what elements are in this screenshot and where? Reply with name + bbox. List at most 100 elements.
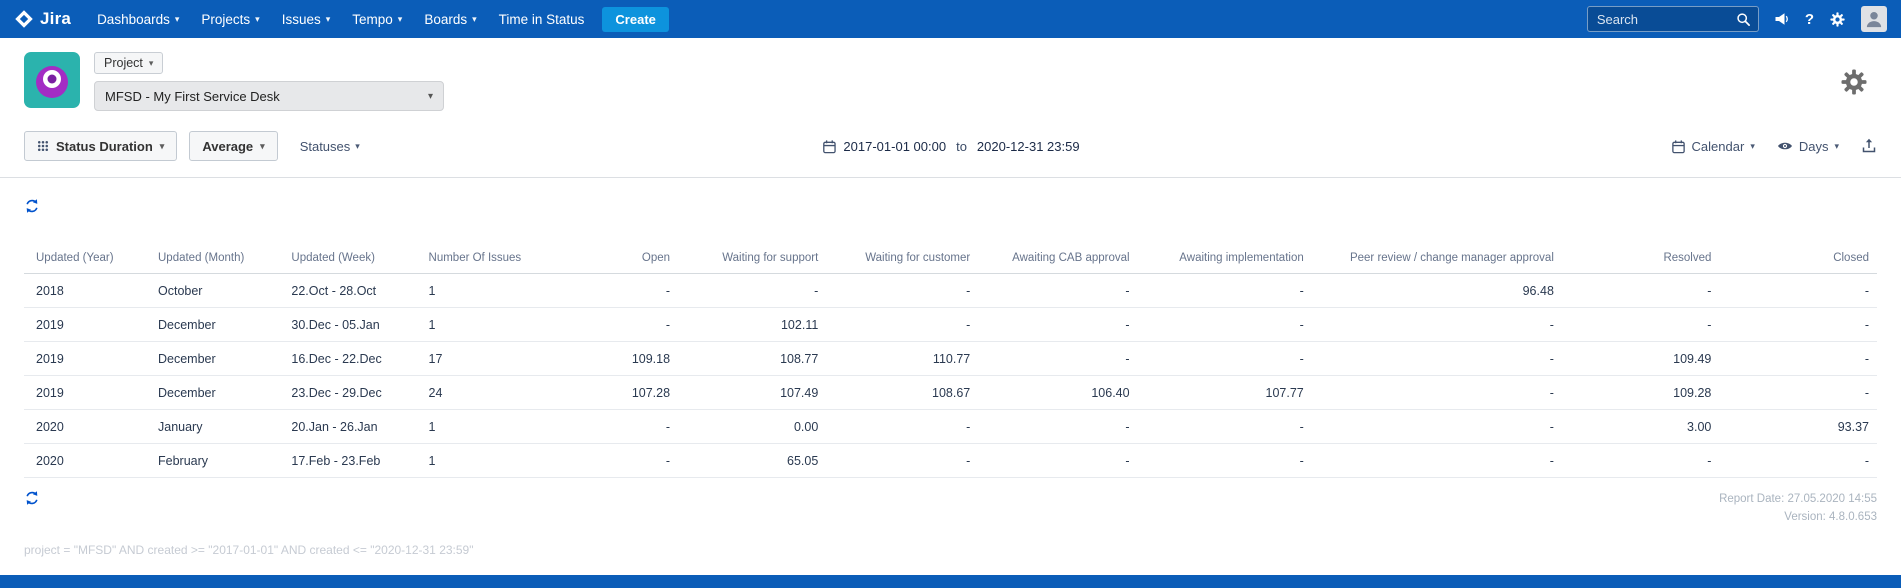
table-cell: - [826,273,979,308]
page: Jira Dashboards ▾ Projects ▾ Issues ▾ Tempo ▾ Bo… [0,0,1901,588]
table-cell: 23.Dec - 29.Dec [283,375,421,410]
status-duration-table: Updated (Year) Updated (Month) Updated (We… [24,243,1877,478]
aggregation-button[interactable]: Average ▾ [189,131,278,161]
table-cell: 24 [420,375,562,410]
report-type-button[interactable]: Status Duration ▾ [24,131,178,161]
table-cell: - [1311,443,1562,478]
table-cell: 1 [420,443,562,478]
table-cell: - [561,443,679,478]
user-avatar[interactable] [1861,6,1887,32]
chevron-down-icon: ▾ [427,90,433,102]
table-cell: 107.49 [678,375,827,410]
table-body: 2018 October 22.Oct - 28.Oct 1- - - - -96.48- -2… [24,273,1877,478]
report-footer: Report Date: 27.05.2020 14:55 Version: 4… [24,490,1877,527]
table-cell: 30.Dec - 05.Jan [283,307,421,342]
table-cell: 2019 [24,307,150,342]
date-to: 2020-12-31 23:59 [976,138,1080,154]
table-row: 2019 December 23.Dec - 29.Dec 24 107.28 107.4… [24,375,1877,410]
help-icon[interactable]: ? [1805,11,1814,28]
table-cell: - [978,341,1138,376]
table-cell: - [978,307,1138,342]
table-cell: February [150,443,284,478]
chevron-down-icon: ▾ [174,13,180,24]
project-select-value: MFSD - My First Service Desk [105,88,280,104]
report-toolbar: Status Duration ▾ Average ▾ Statuses ▾ 2… [0,121,1901,177]
table-cell: 2018 [24,273,150,308]
chevron-down-icon: ▾ [1750,140,1755,151]
create-button[interactable]: Create [602,6,669,32]
nav-item-dashboards[interactable]: Dashboards ▾ [97,12,179,27]
scope-selector-button[interactable]: Project ▾ [94,52,164,74]
table-cell: 109.28 [1561,375,1720,410]
table-cell: - [1719,375,1877,410]
chevron-down-icon: ▾ [397,13,403,24]
toolbar-left: Status Duration ▾ Average ▾ Statuses ▾ [24,131,360,161]
table-cell: December [150,375,284,410]
report-settings-gear-icon[interactable] [1839,67,1877,97]
nav-item-boards[interactable]: Boards ▾ [424,12,476,27]
refresh-row [24,198,1877,219]
table-cell: 22.Oct - 28.Oct [283,273,421,308]
table-cell: - [1137,341,1312,376]
table-row: 2020 February 17.Feb - 23.Feb 1-65.05- - - - - - [24,443,1877,478]
chevron-down-icon: ▾ [325,13,331,24]
search-input[interactable] [1594,10,1736,28]
column-header: Number Of Issues [420,243,562,274]
table-cell: - [1311,375,1562,410]
table-cell: - [1137,307,1312,342]
table-row: 2019 December 30.Dec - 05.Jan 1-102.11- - - - -… [24,307,1877,342]
table-cell: 2019 [24,341,150,376]
table-cell: - [678,273,827,308]
column-header: Awaiting implementation [1137,243,1312,274]
calendar-mode-dropdown[interactable]: Calendar ▾ [1671,139,1755,154]
table-cell: 96.48 [1311,273,1562,308]
column-header: Awaiting CAB approval [978,243,1138,274]
date-range-picker[interactable]: 2017-01-01 00:00 to 2020-12-31 23:59 [821,138,1080,154]
table-cell: 2019 [24,375,150,410]
jira-logo[interactable]: Jira [14,9,71,29]
date-from: 2017-01-01 00:00 [843,138,947,154]
nav-item-label: Boards [424,11,468,27]
table-cell: 1 [420,307,562,342]
nav-item-issues[interactable]: Issues ▾ [282,12,331,27]
column-header: Peer review / change manager approval [1311,243,1562,274]
report-area: Updated (Year) Updated (Month) Updated (We… [0,178,1901,575]
table-cell: - [1719,443,1877,478]
chevron-down-icon: ▾ [472,13,477,24]
announcement-icon[interactable] [1774,11,1790,27]
table-cell: 65.05 [678,443,827,478]
refresh-icon[interactable] [24,490,40,506]
nav-item-label: Time in Status [498,11,585,27]
toolbar-right: Calendar ▾ Days ▾ [1671,138,1877,154]
table-cell: October [150,273,284,308]
table-cell: - [1561,273,1720,308]
jql-query-text: project = "MFSD" AND created >= "2017-01… [24,542,474,557]
nav-settings-gear-icon[interactable] [1829,11,1846,28]
brand-name: Jira [40,9,72,28]
scope-selector-label: Project [104,56,143,70]
search-icon[interactable] [1736,12,1751,27]
export-icon[interactable] [1861,138,1877,154]
project-select[interactable]: MFSD - My First Service Desk ▾ [94,81,444,111]
jira-logo-icon [14,9,34,29]
table-cell: - [826,443,979,478]
report-type-label: Status Duration [56,138,153,154]
table-cell: 108.77 [678,341,827,376]
statuses-dropdown[interactable]: Statuses ▾ [300,139,360,154]
table-cell: 16.Dec - 22.Dec [283,341,421,376]
column-header: Waiting for customer [826,243,979,274]
units-dropdown[interactable]: Days ▾ [1777,138,1839,154]
nav-item-tempo[interactable]: Tempo ▾ [352,12,402,27]
nav-item-projects[interactable]: Projects ▾ [201,12,259,27]
calendar-mode-label: Calendar [1691,138,1745,154]
column-header: Updated (Month) [150,243,284,274]
table-cell: 2020 [24,409,150,444]
table-cell: - [561,409,679,444]
table-cell: 17 [420,341,562,376]
nav-item-time-in-status[interactable]: Time in Status [499,12,585,27]
refresh-icon[interactable] [24,198,40,214]
table-cell: - [561,307,679,342]
table-cell: 107.28 [561,375,679,410]
chevron-down-icon: ▾ [255,13,260,24]
table-row: 2018 October 22.Oct - 28.Oct 1- - - - -96.48- - [24,273,1877,308]
